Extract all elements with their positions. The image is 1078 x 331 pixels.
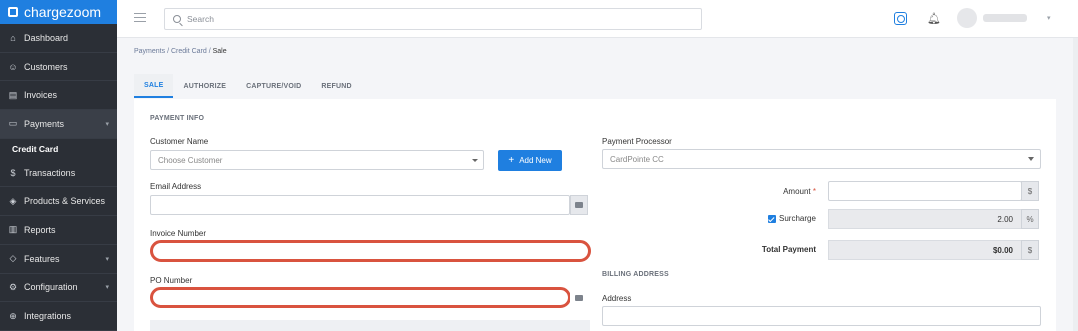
sidebar-item-integrations[interactable]: ⊕ Integrations: [0, 302, 117, 331]
menu-icon[interactable]: [134, 13, 146, 22]
surcharge-percent-addon: %: [1021, 209, 1039, 229]
tab-authorize[interactable]: AUTHORIZE: [173, 74, 236, 98]
app: chargezoom ⌂ Dashboard ☺ Customers ▤ Invoic…: [0, 0, 1078, 331]
card-icon: ▭: [8, 118, 18, 129]
sidebar-item-products[interactable]: ◈ Products & Services: [0, 187, 117, 217]
chevron-down-icon: ▾: [105, 120, 109, 128]
home-icon: ⌂: [10, 32, 16, 43]
gear-icon: ⚙: [8, 281, 18, 292]
sidebar-item-features[interactable]: ◇ Features ▾: [0, 245, 117, 274]
po-number-field[interactable]: [150, 287, 571, 308]
surcharge-checkbox[interactable]: [768, 215, 776, 223]
email-label: Email Address: [150, 182, 202, 191]
sidebar-item-invoices[interactable]: ▤ Invoices: [0, 81, 117, 111]
plus-icon: +: [508, 155, 515, 166]
brand-logo-icon: [8, 7, 18, 17]
search-input[interactable]: Search: [164, 8, 702, 30]
address-field[interactable]: [602, 306, 1041, 326]
customer-select[interactable]: Choose Customer: [150, 150, 484, 170]
brand-name: chargezoom: [24, 4, 102, 20]
tab-refund[interactable]: REFUND: [311, 74, 361, 98]
avatar[interactable]: [957, 8, 977, 28]
chevron-down-icon: ▾: [105, 255, 109, 263]
chevron-down-icon[interactable]: ▾: [1047, 14, 1051, 22]
total-payment-value: $0.00: [828, 240, 1022, 260]
chevron-down-icon: [472, 159, 478, 162]
invoice-icon: ▤: [8, 89, 18, 100]
total-payment-label: Total Payment: [761, 245, 816, 254]
quickbooks-icon[interactable]: [894, 12, 907, 25]
add-new-button[interactable]: + Add New: [498, 150, 562, 171]
sidebar-item-configuration[interactable]: ⚙ Configuration ▾: [0, 274, 117, 303]
email-addon: [570, 195, 588, 215]
tab-sale[interactable]: SALE: [134, 74, 174, 98]
tab-bar: SALE AUTHORIZE CAPTURE/VOID REFUND: [134, 74, 362, 98]
address-label: Address: [602, 294, 632, 303]
chart-icon: ▥: [8, 224, 18, 235]
amount-field[interactable]: [828, 181, 1022, 201]
sidebar-item-payments[interactable]: ▭ Payments ▾: [0, 110, 117, 139]
payment-processor-select[interactable]: CardPointe CC: [602, 149, 1041, 169]
box-icon: ◈: [9, 195, 17, 206]
surcharge-value: 2.00: [828, 209, 1022, 229]
sidebar-item-customers[interactable]: ☺ Customers: [0, 53, 117, 82]
dollar-icon: $: [10, 167, 16, 178]
search-placeholder: Search: [187, 14, 214, 24]
bell-icon[interactable]: 🔔︎: [927, 12, 941, 25]
scrollbar[interactable]: [1073, 38, 1078, 331]
breadcrumb-credit-card[interactable]: Credit Card: [171, 48, 207, 55]
sidebar-item-reports[interactable]: ▥ Reports: [0, 216, 117, 245]
breadcrumb-sale: Sale: [212, 48, 227, 55]
chevron-down-icon: [1028, 157, 1034, 161]
section-billing-address: BILLING ADDRESS: [602, 271, 669, 278]
search-icon: [173, 15, 181, 23]
main-content: Payments / Credit Card / Sale SALE AUTHO…: [117, 38, 1078, 331]
document-icon: [575, 295, 583, 301]
payment-form-card: PAYMENT INFO Customer Name Choose Custom…: [134, 99, 1056, 331]
sidebar-item-transactions[interactable]: $ Transactions: [0, 159, 117, 188]
envelope-icon: [575, 202, 583, 208]
surcharge-label: Surcharge: [779, 214, 816, 223]
topbar: Search 🔔︎ ▾: [117, 0, 1078, 38]
sidebar-item-dashboard[interactable]: ⌂ Dashboard: [0, 24, 117, 53]
tag-icon: ◇: [9, 253, 17, 264]
payment-processor-label: Payment Processor: [602, 137, 672, 146]
tab-capture-void[interactable]: CAPTURE/VOID: [236, 74, 311, 98]
brand[interactable]: chargezoom: [0, 0, 117, 24]
user-name-blurred[interactable]: [983, 14, 1027, 22]
amount-dollar-addon: $: [1021, 181, 1039, 201]
invoice-number-label: Invoice Number: [150, 229, 207, 238]
customer-name-label: Customer Name: [150, 137, 209, 146]
po-number-label: PO Number: [150, 276, 193, 285]
breadcrumb: Payments / Credit Card / Sale: [134, 48, 227, 55]
plug-icon: ⊕: [9, 310, 17, 321]
sidebar-subitem-credit-card[interactable]: Credit Card: [0, 138, 117, 159]
invoice-number-field[interactable]: [150, 240, 591, 262]
amount-label: Amount *: [783, 187, 816, 196]
section-payment-info: PAYMENT INFO: [150, 115, 205, 122]
email-field[interactable]: [150, 195, 570, 215]
total-dollar-addon: $: [1021, 240, 1039, 260]
chevron-down-icon: ▾: [105, 284, 109, 292]
sidebar: chargezoom ⌂ Dashboard ☺ Customers ▤ Invoic…: [0, 0, 117, 331]
users-icon: ☺: [8, 61, 18, 72]
po-addon: [570, 288, 588, 308]
next-field-partial: [150, 320, 590, 331]
breadcrumb-payments[interactable]: Payments: [134, 48, 165, 55]
